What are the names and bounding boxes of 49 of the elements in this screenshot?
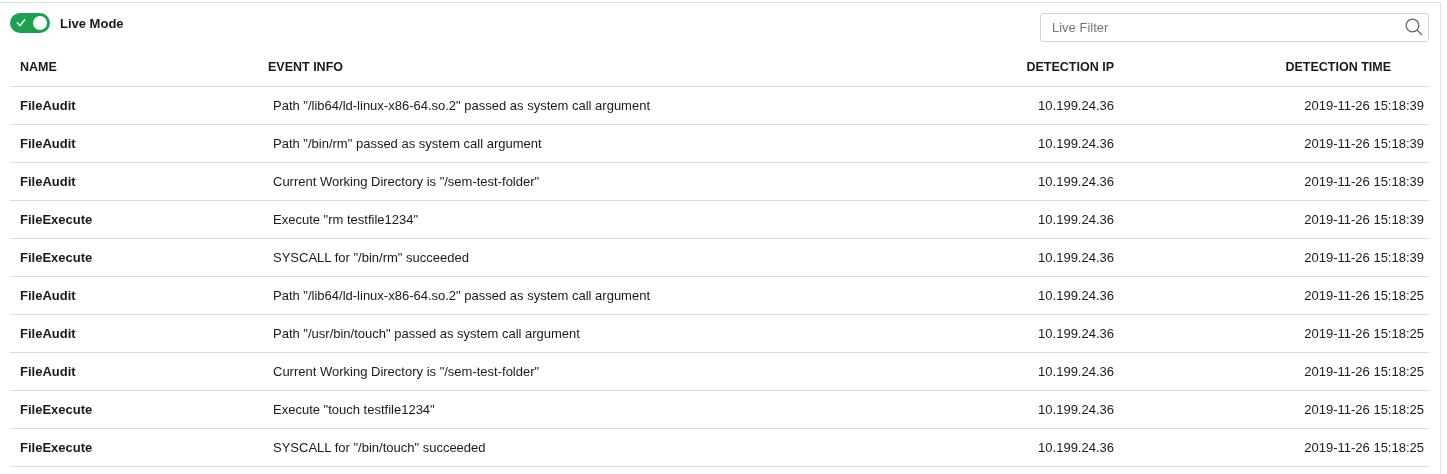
table-cell: Current Working Directory is "/sem-test-folder" [268, 353, 924, 391]
table-cell: 2019-11-26 15:18:39 [1124, 163, 1429, 201]
table-cell: 10.199.24.36 [924, 239, 1124, 277]
table-cell: 2019-11-26 15:18:25 [1124, 391, 1429, 429]
table-cell: 2019-11-26 15:18:25 [1124, 353, 1429, 391]
table-cell: 2019-11-26 15:18:39 [1124, 239, 1429, 277]
table-cell: FileAudit [10, 315, 268, 353]
table-cell: SYSCALL for "/bin/touch" succeeded [268, 429, 924, 467]
table-cell: FileAudit [10, 277, 268, 315]
table-cell: 2019-11-26 15:18:25 [1124, 429, 1429, 467]
column-header[interactable]: NAME [10, 56, 268, 87]
toggle-label: Live Mode [60, 15, 124, 31]
table-cell: 10.199.24.36 [924, 125, 1124, 163]
table-cell: 2019-11-26 15:18:39 [1124, 201, 1429, 239]
table-cell: Path "/lib64/ld-linux-x86-64.so.2" passed as system call argument [268, 87, 924, 125]
toggle-switch[interactable] [10, 13, 50, 33]
table-cell: 10.199.24.36 [924, 315, 1124, 353]
table-cell: FileExecute [10, 429, 268, 467]
table-cell: 10.199.24.36 [924, 87, 1124, 125]
table-cell: Execute "touch testfile1234" [268, 391, 924, 429]
table-cell: FileExecute [10, 201, 268, 239]
table-cell: Path "/usr/bin/touch" passed as system call argument [268, 315, 924, 353]
table-cell: 2019-11-26 15:18:25 [1124, 277, 1429, 315]
table-cell: 2019-11-26 15:18:25 [1124, 315, 1429, 353]
table-cell: SYSCALL for "/bin/rm" succeeded [268, 239, 924, 277]
table-cell: FileExecute [10, 391, 268, 429]
table-cell: 2019-11-26 15:18:39 [1124, 125, 1429, 163]
table-cell: 10.199.24.36 [924, 391, 1124, 429]
table-cell: 10.199.24.36 [924, 353, 1124, 391]
table-cell: Execute "rm testfile1234" [268, 201, 924, 239]
search-icon[interactable] [1405, 18, 1423, 36]
table-cell: Current Working Directory is "/sem-test-folder" [268, 163, 924, 201]
column-header[interactable]: DETECTION IP [924, 56, 1124, 87]
table-cell: FileAudit [10, 353, 268, 391]
table-cell: 10.199.24.36 [924, 163, 1124, 201]
table-cell: 10.199.24.36 [924, 277, 1124, 315]
table-cell: Path "/bin/rm" passed as system call argument [268, 125, 924, 163]
live-filter-field[interactable]: Live Filter [1040, 13, 1429, 42]
table-cell: FileAudit [10, 125, 268, 163]
column-header[interactable]: EVENT INFO [268, 56, 924, 87]
table-cell: 2019-11-26 15:18:39 [1124, 87, 1429, 125]
check-icon [16, 18, 26, 27]
table-cell: FileExecute [10, 239, 268, 277]
table-cell: FileAudit [10, 163, 268, 201]
table-cell: 10.199.24.36 [924, 429, 1124, 467]
table-cell: Path "/lib64/ld-linux-x86-64.so.2" passed as system call argument [268, 277, 924, 315]
table-cell: FileAudit [10, 87, 268, 125]
column-header[interactable]: DETECTION TIME [1124, 56, 1429, 87]
table-cell: 10.199.24.36 [924, 201, 1124, 239]
